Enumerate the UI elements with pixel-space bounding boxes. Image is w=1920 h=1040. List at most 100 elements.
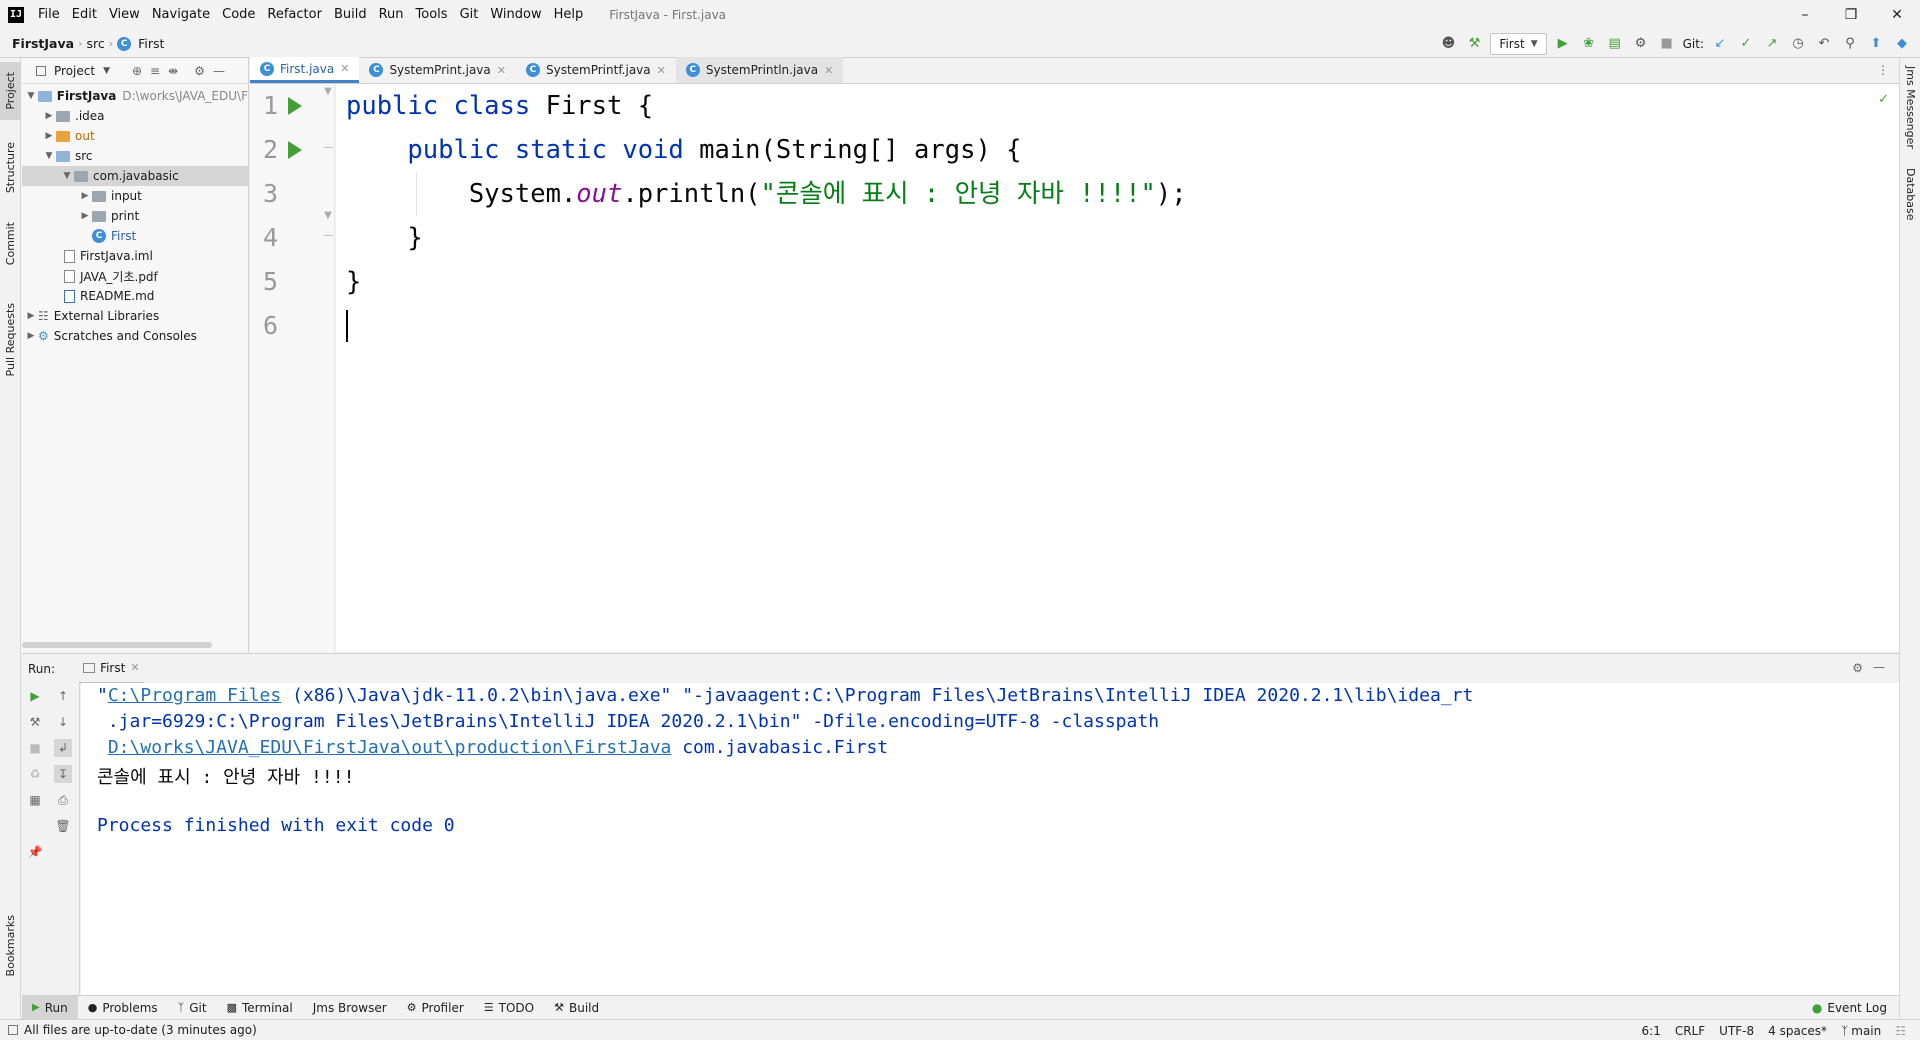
pin-icon[interactable]: 📌 [26,843,44,861]
rerun-icon[interactable]: ▶ [26,687,44,705]
trash-icon[interactable]: 🗑 [54,817,72,835]
tab-systemprintln-java[interactable]: C SystemPrintln.java ✕ [675,57,844,83]
project-view-label[interactable]: Project [54,64,95,78]
line-separator[interactable]: CRLF [1675,1024,1705,1038]
chevron-right-icon[interactable]: ▶ [42,111,56,121]
tree-item-readme[interactable]: README.md [22,286,248,306]
event-log-button[interactable]: ● Event Log [1812,996,1887,1020]
tool-tab-commit[interactable]: Commit [0,214,21,274]
gear-icon[interactable]: ⚙ [1852,661,1863,675]
chevron-down-icon[interactable]: ▼ [103,66,110,76]
run-main-gutter-icon[interactable] [288,141,302,159]
git-branch-widget[interactable]: ᛉ main [1841,1024,1881,1038]
locate-icon[interactable]: ⊕ [132,64,142,78]
tool-tab-project[interactable]: Project [0,62,21,120]
chevron-right-icon[interactable]: ▶ [78,211,92,221]
file-encoding[interactable]: UTF-8 [1719,1024,1754,1038]
status-message[interactable]: All files are up-to-date (3 minutes ago) [24,1023,257,1037]
chevron-right-icon[interactable]: ▶ [78,191,92,201]
scroll-down-icon[interactable]: ↓ [54,713,72,731]
tool-tab-database[interactable]: Database [1900,168,1920,240]
menu-file[interactable]: File [32,0,66,30]
menu-build[interactable]: Build [328,0,373,30]
tool-tab-todo[interactable]: ☰ TODO [474,996,544,1020]
wrench-icon[interactable]: ⚒ [26,713,44,731]
menu-view[interactable]: View [103,0,146,30]
fold-icon[interactable]: ▼ [322,210,334,222]
chevron-right-icon[interactable]: ▶ [24,331,38,341]
tab-first-java[interactable]: C First.java ✕ [250,57,360,83]
run-icon[interactable]: ▶ [1553,34,1573,54]
chevron-right-icon[interactable]: ▶ [42,131,56,141]
menu-code[interactable]: Code [216,0,261,30]
tool-tab-jms-messenger[interactable]: Jms Messenger [1900,66,1920,156]
menu-run[interactable]: Run [373,0,410,30]
coverage-icon[interactable]: ▤ [1605,34,1625,54]
build-hammer-icon[interactable]: ⚒ [1464,34,1484,54]
tree-item-input[interactable]: ▶ input [22,186,248,206]
console-output[interactable]: "C:\Program Files (x86)\Java\jdk-11.0.2\… [81,683,1899,995]
gear-icon[interactable]: ⚙ [194,64,205,78]
horizontal-scrollbar[interactable] [22,642,212,648]
update-icon[interactable]: ⬆ [1866,34,1886,54]
collapse-all-icon[interactable]: ⇼ [168,64,178,78]
breadcrumb-class[interactable]: First [134,36,168,51]
tool-tab-pull-requests[interactable]: Pull Requests [0,292,21,388]
menu-window[interactable]: Window [484,0,547,30]
run-tab-first[interactable]: First ✕ [79,654,144,684]
history-icon[interactable]: ◷ [1788,34,1808,54]
git-commit-icon[interactable]: ✓ [1736,34,1756,54]
tree-item-com-javabasic[interactable]: ▼ com.javabasic [22,166,248,186]
tab-systemprintf-java[interactable]: C SystemPrintf.java ✕ [516,57,676,83]
hide-panel-icon[interactable]: — [1873,660,1885,674]
expand-all-icon[interactable]: ≡ [150,64,160,78]
fold-icon[interactable]: — [322,142,334,154]
chevron-down-icon[interactable]: ▼ [60,171,74,181]
tool-tab-terminal[interactable]: ▩ Terminal [217,996,303,1020]
chevron-down-icon[interactable]: ▼ [24,91,38,101]
tool-tab-bookmarks[interactable]: Bookmarks [0,906,21,986]
fold-icon[interactable]: — [322,230,334,242]
menu-git[interactable]: Git [454,0,485,30]
chevron-right-icon[interactable]: ▶ [24,311,38,321]
run-class-gutter-icon[interactable] [288,97,302,115]
scroll-to-end-icon[interactable]: ↧ [54,765,72,783]
tree-item-out[interactable]: ▶ out [22,126,248,146]
tool-windows-icon[interactable] [8,1025,18,1035]
menu-navigate[interactable]: Navigate [146,0,216,30]
restore-icon[interactable]: ❐ [1828,0,1874,30]
tree-item-first[interactable]: C First [22,226,248,246]
tool-tab-run[interactable]: ▶ Run [22,995,78,1020]
close-icon[interactable]: ✕ [1874,0,1920,30]
breadcrumb-project[interactable]: FirstJava [8,36,78,51]
fold-icon[interactable]: ▼ [322,86,334,98]
tree-item-src[interactable]: ▼ src [22,146,248,166]
tree-item-iml[interactable]: FirstJava.iml [22,246,248,266]
rollback-icon[interactable]: ↶ [1814,34,1834,54]
tree-item-external-libraries[interactable]: ▶ ☷ External Libraries [22,306,248,326]
tool-tab-structure[interactable]: Structure [0,132,21,204]
code-editor[interactable]: public class First { public static void … [336,84,1899,652]
menu-edit[interactable]: Edit [66,0,103,30]
tab-systemprint-java[interactable]: C SystemPrint.java ✕ [359,57,516,83]
console-link[interactable]: D:\works\JAVA_EDU\FirstJava\out\producti… [108,737,672,758]
search-icon[interactable]: ⚲ [1840,34,1860,54]
menu-refactor[interactable]: Refactor [261,0,328,30]
chevron-down-icon[interactable]: ▼ [42,151,56,161]
scroll-up-icon[interactable]: ↑ [54,687,72,705]
run-config-select[interactable]: First ▼ [1490,33,1547,55]
stop-icon[interactable]: ■ [1657,34,1677,54]
console-link[interactable]: C:\Program Files [108,685,281,706]
print-icon[interactable]: ⎙ [54,791,72,809]
tree-item-firstjava[interactable]: ▼ FirstJava D:\works\JAVA_EDU\F [22,86,248,106]
user-icon[interactable]: ☻ [1438,34,1458,54]
restore-layout-icon[interactable]: ♻ [26,765,44,783]
close-tab-icon[interactable]: ✕ [824,64,833,77]
close-tab-icon[interactable]: ✕ [130,661,139,674]
caret-position[interactable]: 6:1 [1642,1024,1661,1038]
code-with-me-icon[interactable]: ◆ [1892,34,1912,54]
close-tab-icon[interactable]: ✕ [657,64,666,77]
inspection-ok-icon[interactable]: ✓ [1878,92,1889,107]
tree-item-pdf[interactable]: JAVA_기초.pdf [22,266,248,286]
hide-panel-icon[interactable]: — [213,64,225,78]
